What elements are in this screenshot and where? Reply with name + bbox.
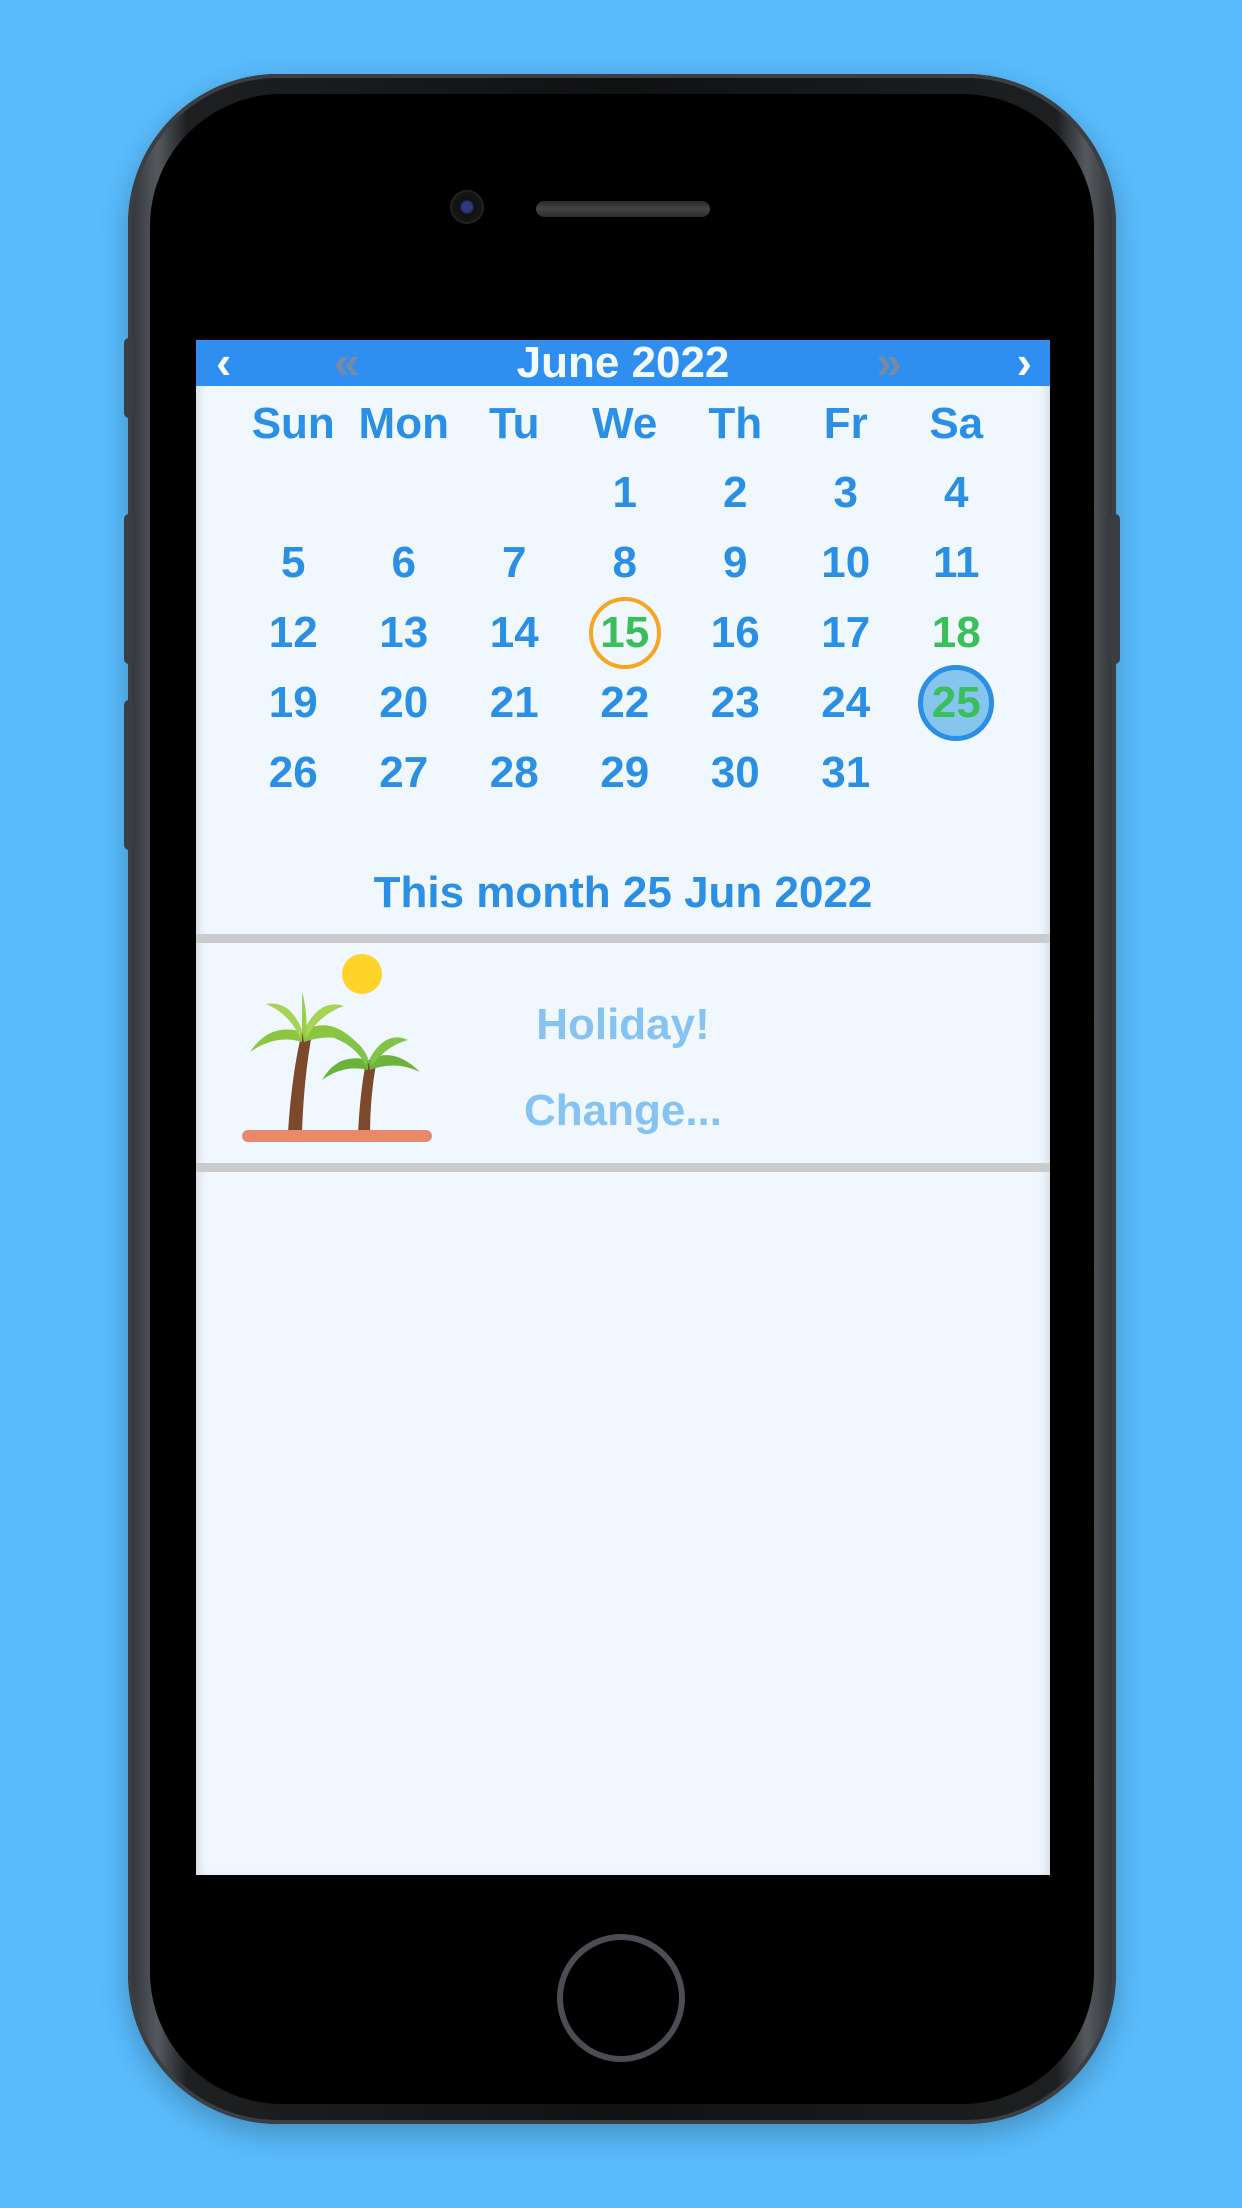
day-number: 21 [489,678,539,727]
day-number: 14 [489,608,539,657]
day-number: 18 [931,608,981,657]
day-cell-9[interactable]: 9 [680,528,791,598]
day-cell-5[interactable]: 5 [238,528,349,598]
day-number: 2 [723,468,748,517]
day-cell-2[interactable]: 2 [680,458,791,528]
empty-day-cell [459,458,570,528]
change-event-button[interactable]: Change... [196,1086,1050,1136]
weekday-header: Th [708,399,763,448]
day-cell-7[interactable]: 7 [459,528,570,598]
day-number: 10 [821,538,871,587]
mute-switch [124,338,134,418]
day-cell-20[interactable]: 20 [349,668,460,738]
earpiece-speaker [536,201,710,217]
day-cell-26[interactable]: 26 [238,738,349,808]
day-number: 7 [502,538,527,587]
day-number: 12 [268,608,318,657]
day-cell-8[interactable]: 8 [570,528,681,598]
empty-day-cell [238,458,349,528]
day-cell-28[interactable]: 28 [459,738,570,808]
day-cell-29[interactable]: 29 [570,738,681,808]
weekday-header: Mon [358,399,449,448]
next-month-button[interactable]: › [1017,340,1032,388]
volume-up-button [124,514,134,664]
day-cell-25[interactable]: 25 [901,668,1012,738]
day-cell-16[interactable]: 16 [680,598,791,668]
month-title: June 2022 [516,340,730,387]
day-cell-17[interactable]: 17 [791,598,902,668]
volume-down-button [124,700,134,850]
day-cell-21[interactable]: 21 [459,668,570,738]
day-number: 23 [710,678,760,727]
day-cell-27[interactable]: 27 [349,738,460,808]
weekday-header: Tu [489,399,540,448]
day-number: 8 [612,538,637,587]
day-number: 29 [600,748,650,797]
day-number: 4 [944,468,969,517]
day-cell-23[interactable]: 23 [680,668,791,738]
day-number: 22 [600,678,650,727]
day-number: 1 [612,468,637,517]
day-number: 9 [723,538,748,587]
day-cell-1[interactable]: 1 [570,458,681,528]
calendar-grid: Sun Mon Tu We Th Fr Sa 1 2 3 4 5 6 7 8 9 10 11 12 13 14 15 16 1… [238,390,1012,808]
day-number: 11 [932,538,980,587]
day-cell-18[interactable]: 18 [901,598,1012,668]
weekday-header: We [592,399,658,448]
day-cell-15[interactable]: 15 [570,598,681,668]
day-number: 20 [379,678,429,727]
front-camera [450,190,484,224]
day-number: 3 [833,468,858,517]
weekday-header: Fr [823,399,868,448]
day-cell-31[interactable]: 31 [791,738,902,808]
day-cell-12[interactable]: 12 [238,598,349,668]
day-cell-6[interactable]: 6 [349,528,460,598]
day-number: 6 [391,538,416,587]
day-number: 27 [379,748,429,797]
day-cell-10[interactable]: 10 [791,528,902,598]
calendar-header: ‹ « June 2022 » › [196,340,1050,388]
next-year-button[interactable]: » [876,340,901,388]
day-cell-13[interactable]: 13 [349,598,460,668]
empty-day-cell [901,738,1012,808]
day-cell-3[interactable]: 3 [791,458,902,528]
day-number: 13 [379,608,429,657]
day-cell-30[interactable]: 30 [680,738,791,808]
divider-bottom [196,1163,1050,1172]
day-cell-4[interactable]: 4 [901,458,1012,528]
power-button [1110,514,1120,664]
day-number: 16 [710,608,760,657]
event-title: Holiday! [536,1000,710,1049]
day-number: 26 [268,748,318,797]
day-number: 31 [821,748,871,797]
selected-date-summary: This month 25 Jun 2022 [373,868,873,917]
app-screen: ‹ « June 2022 » › Sun Mon Tu We Th Fr Sa 1 2 3 4 5 6… [196,340,1050,1875]
day-cell-19[interactable]: 19 [238,668,349,738]
day-cell-24[interactable]: 24 [791,668,902,738]
day-number: 28 [489,748,539,797]
empty-day-cell [349,458,460,528]
day-number: 25 [931,678,981,727]
day-cell-22[interactable]: 22 [570,668,681,738]
home-button[interactable] [557,1934,685,2062]
weekday-header: Sa [929,399,984,448]
day-number: 5 [281,538,306,587]
day-number: 19 [268,678,318,727]
day-number: 17 [821,608,871,657]
day-cell-14[interactable]: 14 [459,598,570,668]
day-cell-11[interactable]: 11 [901,528,1012,598]
day-number: 15 [600,608,650,657]
day-number: 24 [821,678,871,727]
weekday-header: Sun [251,399,335,448]
day-number: 30 [710,748,760,797]
divider-top [196,934,1050,943]
